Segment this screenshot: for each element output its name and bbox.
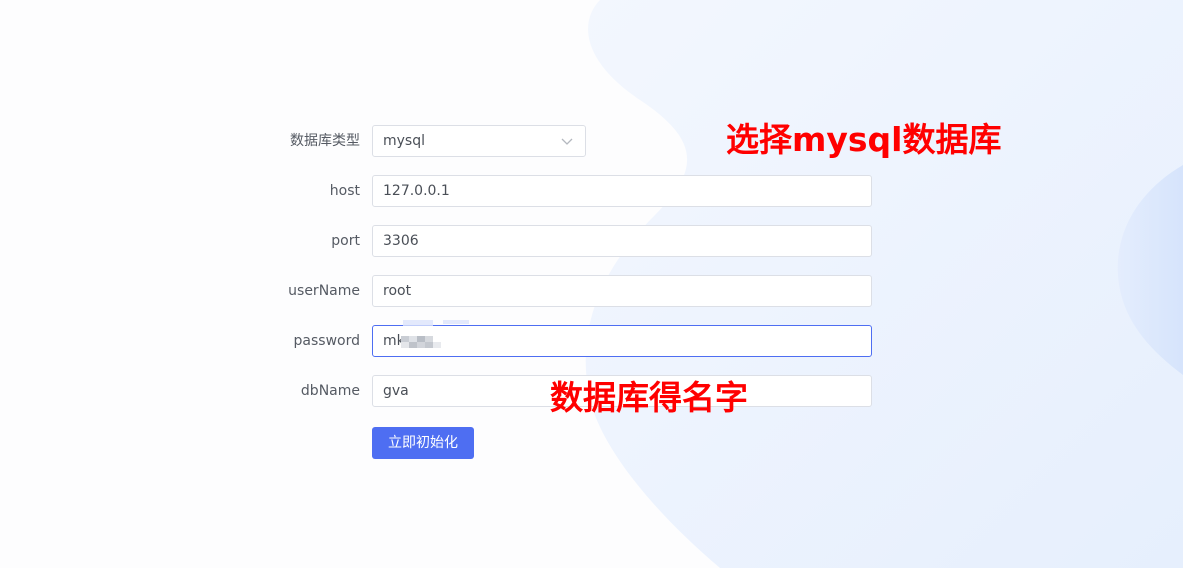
host-row: host 127.0.0.1 — [0, 175, 900, 207]
host-label: host — [329, 183, 360, 199]
db-type-select[interactable]: mysql — [372, 125, 586, 157]
chevron-down-icon — [561, 138, 573, 145]
password-label: password — [293, 333, 360, 349]
username-row: userName root — [0, 275, 900, 307]
init-db-page: 数据库类型 mysql host 127.0.0.1 port 3306 use… — [0, 0, 1183, 568]
password-input[interactable]: mk — [372, 320, 872, 357]
dbname-row: dbName gva — [0, 375, 900, 407]
db-type-value: mysql — [383, 133, 425, 149]
password-row: password mk — [0, 320, 900, 357]
port-value: 3306 — [383, 233, 419, 249]
dbname-value: gva — [383, 383, 409, 399]
annotation-select-mysql: 选择mysql数据库 — [726, 120, 1002, 159]
host-value: 127.0.0.1 — [383, 183, 450, 199]
annotation-db-name: 数据库得名字 — [550, 378, 748, 417]
username-input[interactable]: root — [372, 275, 872, 307]
port-input[interactable]: 3306 — [372, 225, 872, 257]
username-value: root — [383, 283, 412, 299]
db-type-label: 数据库类型 — [290, 133, 360, 149]
host-input[interactable]: 127.0.0.1 — [372, 175, 872, 207]
init-form: 数据库类型 mysql host 127.0.0.1 port 3306 use… — [0, 0, 1183, 568]
port-label: port — [331, 233, 360, 249]
redaction-artifact — [443, 320, 469, 324]
dbname-label: dbName — [300, 383, 360, 399]
port-row: port 3306 — [0, 225, 900, 257]
redaction-artifact — [403, 320, 433, 326]
init-submit-button[interactable]: 立即初始化 — [372, 427, 474, 459]
username-label: userName — [288, 283, 360, 299]
